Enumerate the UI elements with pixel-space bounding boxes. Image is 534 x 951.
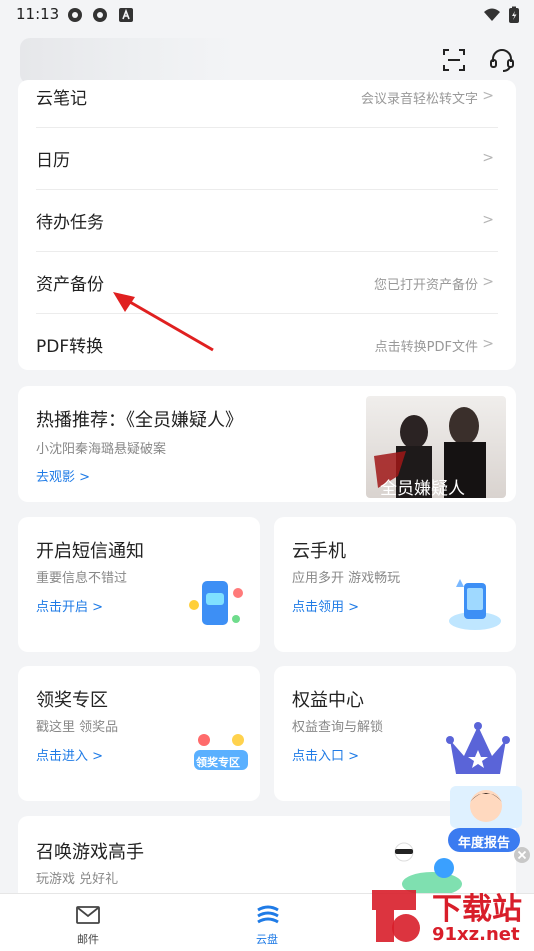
tile-link-label: 点击进入: [36, 749, 89, 764]
close-icon[interactable]: [513, 846, 531, 864]
chevron-right-icon: >: [88, 749, 104, 764]
report-character-icon: [450, 786, 522, 828]
status-bar: 11:13: [0, 0, 534, 30]
account-header[interactable]: [20, 38, 235, 84]
chevron-right-icon: >: [482, 212, 494, 228]
tile-subtitle: 权益查询与解锁: [292, 720, 384, 735]
list-item-hint: 点击转换PDF文件: [374, 340, 478, 355]
font-notification-icon: [119, 8, 133, 22]
customer-service-icon[interactable]: [488, 46, 516, 74]
tile-subtitle: 戳这里 领奖品: [36, 720, 119, 735]
promo-link-label: 去观影: [36, 470, 76, 485]
poster-title: 全员嫌疑人: [380, 479, 465, 498]
promo-card[interactable]: 热播推荐：《全员嫌疑人》 小沈阳秦海璐悬疑破案 去观影 > 全员嫌疑人: [18, 386, 516, 502]
list-item-label: 待办任务: [36, 213, 104, 233]
cloud-drive-icon: [257, 905, 279, 924]
list-item-label: 云笔记: [36, 89, 87, 109]
tile-link-label: 点击入口: [292, 749, 345, 764]
tile-cloud-phone[interactable]: 云手机 应用多开 游戏畅玩 点击领用 >: [274, 517, 516, 652]
prize-illustration: 领奖专区: [190, 730, 252, 774]
nav-cloud-drive[interactable]: 云盘: [227, 894, 307, 951]
tile-link[interactable]: 点击领用 >: [292, 596, 359, 615]
tile-link[interactable]: 点击进入 >: [36, 745, 103, 764]
list-item-hint: 会议录音轻松转文字: [360, 92, 478, 107]
annual-report-label: 年度报告: [457, 836, 510, 851]
mail-icon: [76, 906, 100, 924]
movie-poster: 全员嫌疑人: [366, 396, 506, 498]
wifi-icon: [484, 8, 500, 21]
nav-cloud-drive-label: 云盘: [256, 933, 278, 946]
tile-sms-notification[interactable]: 开启短信通知 重要信息不错过 点击开启 >: [18, 517, 260, 652]
tile-link[interactable]: 点击开启 >: [36, 596, 103, 615]
tile-title: 领奖专区: [36, 690, 108, 711]
tile-link-label: 点击开启: [36, 600, 89, 615]
list-item-todo[interactable]: 待办任务 >: [36, 190, 498, 252]
watermark-logo-icon: [372, 890, 420, 942]
chevron-right-icon: >: [344, 749, 360, 764]
list-item-hint: 您已打开资产备份: [373, 278, 478, 293]
chevron-right-icon: >: [79, 470, 91, 485]
promo-title: 热播推荐：《全员嫌疑人》: [36, 410, 243, 431]
tile-subtitle: 重要信息不错过: [36, 571, 128, 586]
app-notification-icon-2: [93, 8, 107, 22]
tile-title: 云手机: [292, 541, 346, 562]
list-item-label: PDF转换: [36, 337, 104, 357]
annual-report-pill: 年度报告: [448, 828, 520, 852]
tile-link[interactable]: 点击入口 >: [292, 745, 359, 764]
tile-link-label: 点击领用: [292, 600, 345, 615]
list-item-cloud-notes[interactable]: 云笔记 会议录音轻松转文字 >: [36, 80, 498, 128]
nav-mail[interactable]: 邮件: [48, 894, 128, 951]
sms-phone-icon: [189, 581, 243, 625]
chevron-right-icon: >: [482, 336, 494, 352]
tile-title: 开启短信通知: [36, 541, 144, 562]
list-item-label: 日历: [36, 151, 70, 171]
list-item-calendar[interactable]: 日历 >: [36, 128, 498, 190]
battery-icon: [509, 6, 519, 23]
chevron-right-icon: >: [482, 88, 494, 104]
promo-subtitle: 小沈阳秦海璐悬疑破案: [36, 442, 167, 457]
watermark-url: 91xz.net: [432, 924, 520, 945]
scan-icon[interactable]: [440, 46, 468, 74]
chevron-right-icon: >: [482, 150, 494, 166]
tile-prize-zone[interactable]: 领奖专区 戳这里 领奖品 点击进入 > 领奖专区: [18, 666, 260, 801]
nav-mail-label: 邮件: [77, 933, 99, 946]
tile-title: 权益中心: [292, 690, 364, 711]
feature-list: 云笔记 会议录音轻松转文字 > 日历 > 待办任务 > 资产备份 您已打开资产备…: [18, 80, 516, 370]
annotation-arrow-icon: [113, 292, 214, 352]
crown-icon: [446, 722, 510, 774]
annual-report-float[interactable]: 年度报告: [444, 722, 528, 856]
list-item-label: 资产备份: [36, 275, 104, 295]
chevron-right-icon: >: [482, 274, 494, 290]
promo-link[interactable]: 去观影 >: [36, 466, 90, 485]
app-notification-icon: [68, 8, 82, 22]
chevron-right-icon: >: [344, 600, 360, 615]
chevron-right-icon: >: [88, 600, 104, 615]
tile-title: 召唤游戏高手: [36, 842, 144, 863]
tile-subtitle: 应用多开 游戏畅玩: [292, 571, 401, 586]
status-time: 11:13: [16, 5, 60, 23]
watermark-text: 下载站: [432, 892, 522, 927]
cloud-phone-icon: [449, 579, 501, 630]
site-watermark: 下载站 91xz.net: [366, 884, 532, 948]
tile-subtitle: 玩游戏 兑好礼: [36, 872, 119, 887]
prize-badge-text: 领奖专区: [196, 756, 240, 769]
